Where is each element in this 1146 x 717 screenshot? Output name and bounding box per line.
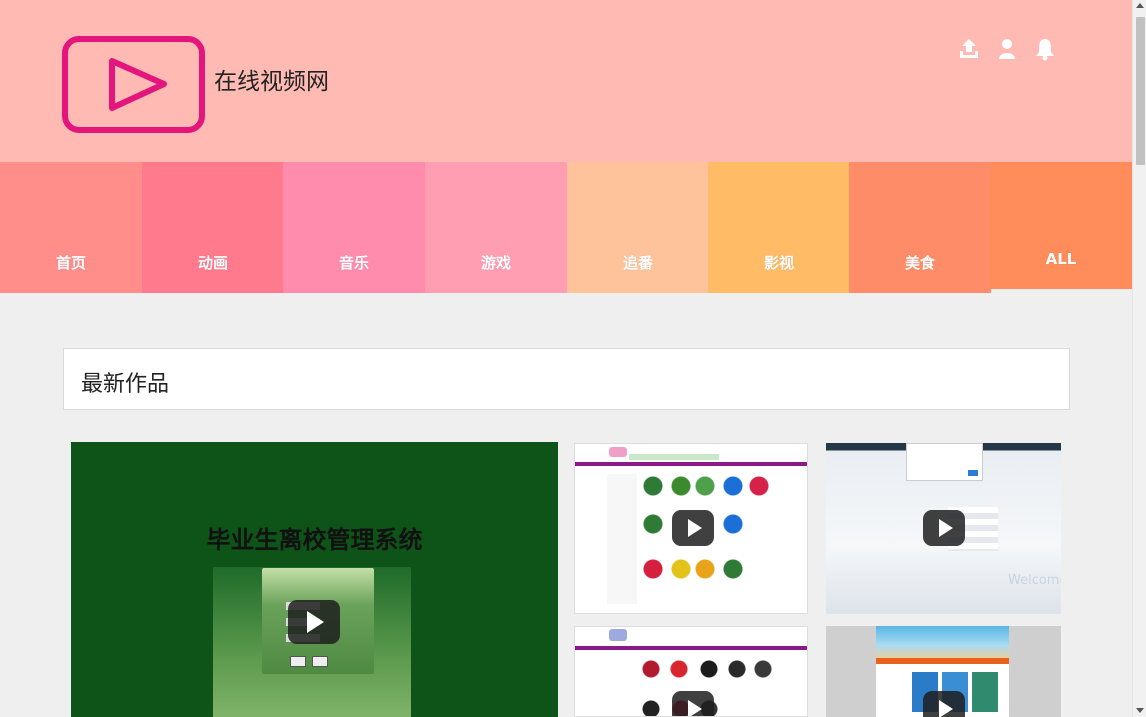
thumb-logo: [609, 629, 627, 641]
nav-item-movies[interactable]: 影视: [708, 162, 850, 293]
play-icon[interactable]: [923, 510, 965, 546]
nav-item-food[interactable]: 美食: [849, 162, 991, 293]
nav-label: ALL: [1045, 250, 1077, 268]
nav-label: 首页: [55, 254, 86, 272]
nav-label: 游戏: [480, 254, 511, 272]
featured-video-card[interactable]: 毕业生离校管理系统: [71, 442, 558, 717]
thumb-sidebar: [607, 474, 637, 604]
video-card[interactable]: Welcome: [826, 443, 1061, 614]
user-icon[interactable]: [996, 37, 1018, 61]
video-card[interactable]: [574, 443, 808, 614]
featured-video-title: 毕业生离校管理系统: [206, 526, 423, 554]
site-header: 在线视频网: [0, 0, 1132, 162]
page-scrollbar[interactable]: [1132, 0, 1146, 717]
video-card[interactable]: [826, 626, 1061, 717]
play-icon[interactable]: [288, 600, 340, 644]
welcome-text: Welcome: [1008, 573, 1061, 588]
upload-icon[interactable]: [958, 37, 980, 61]
thumb-dialog: [906, 443, 983, 481]
scroll-down-arrow-icon[interactable]: [1136, 708, 1144, 713]
thumb-banner: [876, 626, 1009, 658]
nav-label: 动画: [197, 254, 228, 272]
play-icon[interactable]: [672, 691, 714, 716]
thumb-tabs: [629, 454, 719, 460]
nav-item-all[interactable]: ALL: [990, 162, 1132, 289]
thumb-logo: [609, 447, 627, 457]
play-logo-icon[interactable]: [62, 36, 205, 133]
nav-label: 影视: [763, 254, 794, 272]
section-title: 最新作品: [81, 372, 170, 397]
scroll-thumb[interactable]: [1136, 17, 1145, 165]
header-icons: [958, 37, 1058, 63]
site-name[interactable]: 在线视频网: [214, 62, 329, 96]
nav-label: 美食: [904, 254, 935, 272]
nav-item-home[interactable]: 首页: [0, 162, 142, 293]
scroll-up-arrow-icon[interactable]: [1136, 3, 1144, 8]
category-nav: 首页 动画 音乐 游戏 追番 影视 美食 ALL: [0, 162, 1132, 293]
thumb-navbar: [575, 646, 807, 650]
nav-item-animation[interactable]: 动画: [142, 162, 284, 293]
thumb-navbar: [575, 462, 807, 466]
nav-label: 音乐: [338, 254, 369, 272]
nav-item-games[interactable]: 游戏: [425, 162, 567, 293]
play-icon[interactable]: [923, 691, 965, 717]
nav-label: 追番: [622, 254, 653, 272]
nav-item-music[interactable]: 音乐: [283, 162, 425, 293]
video-card[interactable]: [574, 626, 808, 717]
nav-item-anime[interactable]: 追番: [567, 162, 709, 293]
bell-icon[interactable]: [1034, 37, 1056, 61]
play-icon[interactable]: [672, 510, 714, 546]
section-header: 最新作品: [63, 348, 1070, 410]
